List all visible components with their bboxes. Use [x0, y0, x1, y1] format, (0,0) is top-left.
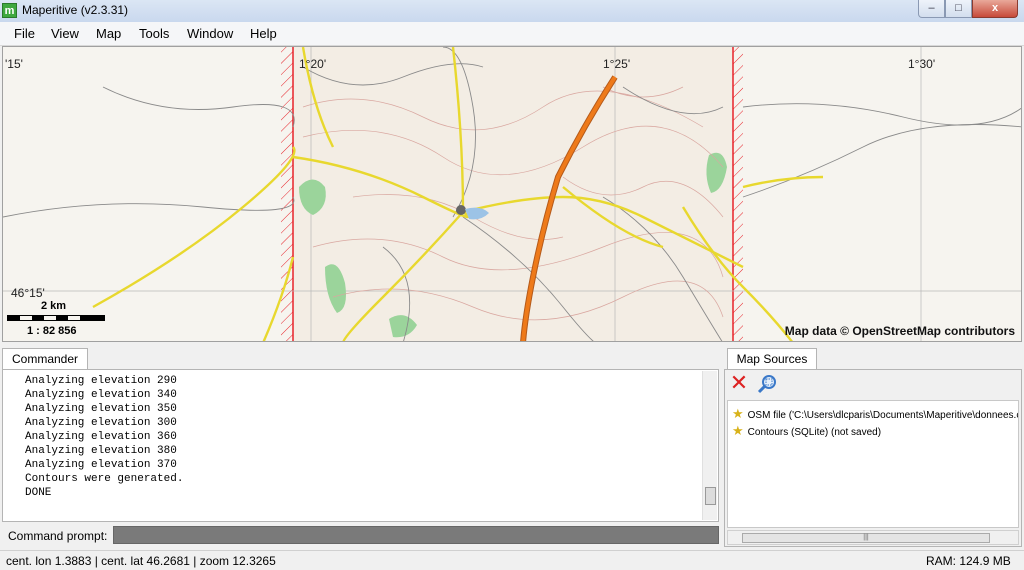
boundary-hatch-right [733, 47, 743, 341]
status-location: cent. lon 1.3883 | cent. lat 46.2681 | z… [6, 554, 276, 568]
town-marker [456, 205, 466, 215]
minimize-button[interactable]: – [918, 0, 945, 18]
sources-hscrollbar[interactable]: ||| [727, 530, 1019, 545]
coord-lon-120: 1°20' [299, 57, 327, 71]
scale-bar-segments [8, 316, 104, 320]
console-line: Analyzing elevation 370 [25, 459, 177, 471]
status-ram: RAM: 124.9 MB [926, 554, 1011, 568]
map-view[interactable]: '15' 1°20' 1°25' 1°30' 46°15' 2 km 1 : 8… [2, 46, 1022, 342]
map-attribution: Map data © OpenStreetMap contributors [784, 324, 1015, 338]
remove-source-icon[interactable]: ✕ [728, 372, 750, 395]
console-line: Analyzing elevation 350 [25, 403, 177, 415]
console-line: Analyzing elevation 360 [25, 431, 177, 443]
sources-list: ★ OSM file ('C:\Users\dlcparis\Documents\… [727, 400, 1019, 528]
sources-hscroll-thumb[interactable]: ||| [742, 533, 990, 543]
scale-bar [7, 315, 105, 321]
menu-file[interactable]: File [14, 26, 35, 41]
console-output: Analyzing elevation 290 Analyzing elevati… [25, 374, 183, 500]
commander-panel: Analyzing elevation 290 Analyzing elevati… [2, 369, 719, 522]
console-line: DONE [25, 487, 52, 499]
scale-ratio: 1 : 82 856 [27, 325, 77, 337]
command-prompt-input[interactable] [113, 526, 719, 544]
command-prompt-row: Command prompt: [2, 524, 719, 546]
console-line: Analyzing elevation 300 [25, 417, 177, 429]
maperitive-window: m Maperitive (v2.3.31) – □ x File View M… [0, 0, 1024, 570]
menu-window[interactable]: Window [187, 26, 233, 41]
menu-view[interactable]: View [51, 26, 79, 41]
tab-commander[interactable]: Commander [2, 348, 88, 370]
coord-lon-115: '15' [5, 57, 23, 71]
command-prompt-label: Command prompt: [8, 529, 108, 543]
menu-help[interactable]: Help [250, 26, 277, 41]
star-icon: ★ [732, 406, 744, 421]
console-line: Analyzing elevation 290 [25, 375, 177, 387]
sources-toolbar: ✕ [725, 370, 1021, 398]
app-icon: m [2, 3, 17, 18]
console-scrollbar[interactable] [702, 371, 717, 520]
menu-tools[interactable]: Tools [139, 26, 169, 41]
maximize-button[interactable]: □ [945, 0, 972, 18]
title-bar: m Maperitive (v2.3.31) – □ x [0, 0, 1024, 22]
console-line: Contours were generated. [25, 473, 184, 485]
scale-distance: 2 km [41, 300, 67, 312]
coord-lon-130: 1°30' [908, 57, 936, 71]
zoom-to-source-icon[interactable] [756, 373, 778, 395]
close-button[interactable]: x [972, 0, 1018, 18]
coord-lon-125: 1°25' [603, 57, 631, 71]
console-line: Analyzing elevation 380 [25, 445, 177, 457]
menu-map[interactable]: Map [96, 26, 121, 41]
source-item-contours[interactable]: ★ Contours (SQLite) (not saved) [732, 423, 881, 439]
menu-bar: File View Map Tools Window Help [0, 22, 1024, 46]
console-scroll-thumb[interactable] [705, 487, 716, 505]
status-bar: cent. lon 1.3883 | cent. lat 46.2681 | z… [0, 550, 1024, 570]
star-icon: ★ [732, 423, 744, 438]
map-sources-panel: ✕ ★ OSM file ('C:\Users\dlcparis\Document… [724, 369, 1022, 547]
contour-area [293, 47, 733, 341]
window-title: Maperitive (v2.3.31) [22, 3, 129, 17]
tab-map-sources[interactable]: Map Sources [727, 348, 817, 370]
console-line: Analyzing elevation 340 [25, 389, 177, 401]
coord-lat-4615: 46°15' [11, 286, 45, 300]
boundary-hatch-left [281, 47, 293, 341]
source-item-osm[interactable]: ★ OSM file ('C:\Users\dlcparis\Documents\… [732, 406, 1018, 422]
map-canvas [3, 47, 1021, 341]
